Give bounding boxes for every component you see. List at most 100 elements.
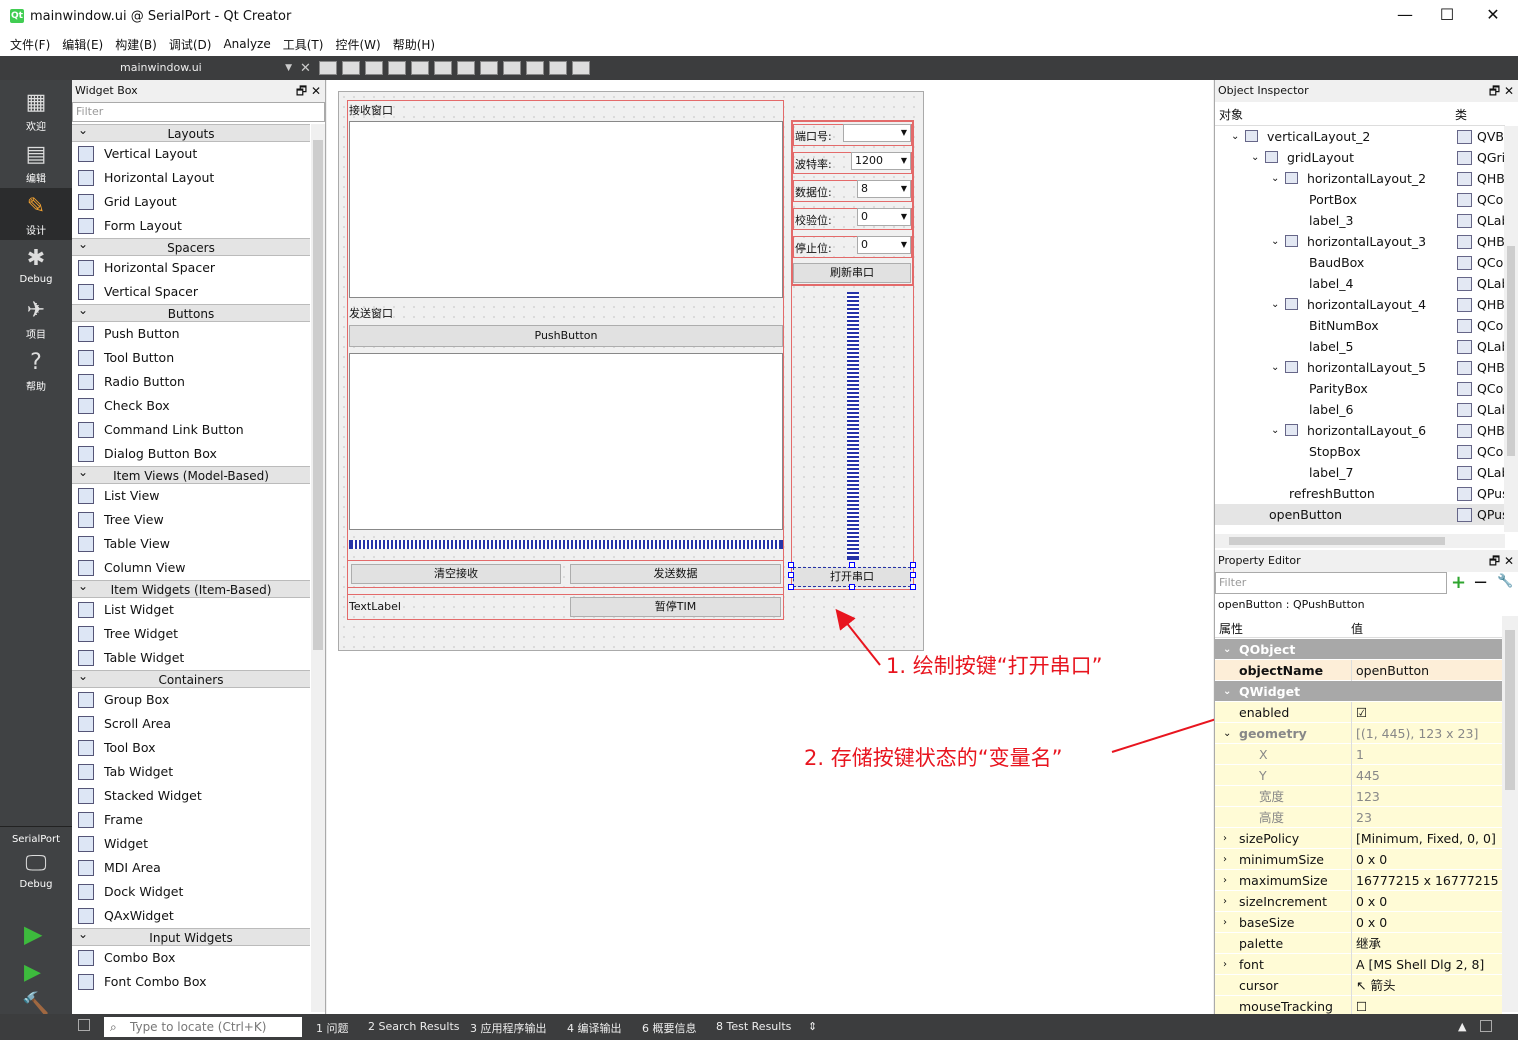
property-value[interactable]: 0 x 0 bbox=[1351, 849, 1501, 870]
widget-item[interactable]: Grid Layout bbox=[72, 190, 310, 214]
tab-general-messages[interactable]: 6 概要信息 bbox=[642, 1020, 697, 1036]
baud-combo[interactable]: 1200 bbox=[851, 152, 911, 170]
expand-arrow-icon[interactable]: ⌄ bbox=[1251, 147, 1259, 168]
layout-vsplitter-icon[interactable] bbox=[479, 61, 498, 75]
object-tree-row[interactable]: BaudBox QComboBox bbox=[1215, 252, 1505, 273]
scrollbar-thumb[interactable] bbox=[1229, 537, 1445, 545]
widget-item[interactable]: Form Layout bbox=[72, 214, 310, 238]
widget-item[interactable]: Dialog Button Box bbox=[72, 442, 310, 466]
object-tree-row[interactable]: PortBox QComboBox bbox=[1215, 189, 1505, 210]
widget-item[interactable]: Command Link Button bbox=[72, 418, 310, 442]
layout-vertical-icon[interactable] bbox=[433, 61, 452, 75]
object-tree-row[interactable]: StopBox QComboBox bbox=[1215, 441, 1505, 462]
widget-item[interactable]: Push Button bbox=[72, 322, 310, 346]
scrollbar-thumb[interactable] bbox=[1507, 246, 1515, 456]
widget-category[interactable]: Buttons bbox=[72, 301, 310, 322]
property-row[interactable]: › baseSize 0 x 0 bbox=[1215, 912, 1502, 933]
widget-category[interactable]: Spacers bbox=[72, 235, 310, 256]
maximize-button[interactable]: ☐ bbox=[1424, 0, 1470, 32]
vertical-spacer[interactable] bbox=[847, 292, 859, 560]
stop-combo[interactable]: 0 bbox=[857, 236, 911, 254]
property-row[interactable]: X1 bbox=[1215, 744, 1502, 765]
edit-tab-order-icon[interactable] bbox=[387, 61, 406, 75]
expand-arrow-icon[interactable]: ⌄ bbox=[1223, 681, 1231, 702]
dock-buttons[interactable]: 🗗 ✕ bbox=[1489, 550, 1514, 572]
property-value[interactable]: [(1, 445), 123 x 23] bbox=[1351, 723, 1501, 744]
main-window-form[interactable]: 接收窗口 发送窗口 PushButton 清空接收 发送数据 TextLabel… bbox=[338, 91, 924, 651]
kit-selector[interactable]: SerialPort 🖵 Debug bbox=[0, 832, 72, 904]
edit-buddies-icon[interactable] bbox=[364, 61, 383, 75]
pause-tim-button[interactable]: 暂停TIM bbox=[570, 597, 781, 617]
property-value[interactable]: A [MS Shell Dlg 2, 8] bbox=[1351, 954, 1501, 975]
debug-run-icon[interactable]: ▶ bbox=[24, 960, 41, 985]
widget-filter-input[interactable]: Filter bbox=[72, 102, 325, 122]
widget-item[interactable]: MDI Area bbox=[72, 856, 310, 880]
edit-signals-icon[interactable] bbox=[341, 61, 360, 75]
expand-arrow-icon[interactable]: › bbox=[1223, 849, 1227, 870]
property-editor-vscroll[interactable] bbox=[1502, 616, 1518, 1012]
property-value[interactable]: 1 bbox=[1351, 744, 1501, 765]
bits-combo[interactable]: 8 bbox=[857, 180, 911, 198]
property-row[interactable]: › sizeIncrement 0 x 0 bbox=[1215, 891, 1502, 912]
property-value[interactable]: 445 bbox=[1351, 765, 1501, 786]
property-filter-input[interactable]: Filter bbox=[1215, 572, 1447, 594]
property-row[interactable]: ⌄ geometry [(1, 445), 123 x 23] bbox=[1215, 723, 1502, 744]
selection-handle[interactable] bbox=[910, 584, 916, 590]
refresh-port-button[interactable]: 刷新串口 bbox=[793, 263, 911, 283]
widget-item[interactable]: Font Combo Box bbox=[72, 970, 310, 994]
property-value[interactable]: [Minimum, Fixed, 0, 0] bbox=[1351, 828, 1501, 849]
widget-item[interactable]: Vertical Spacer bbox=[72, 280, 310, 304]
column-value[interactable]: 值 bbox=[1351, 620, 1363, 637]
property-row[interactable]: 高度 23 bbox=[1215, 807, 1502, 828]
minimize-button[interactable]: — bbox=[1382, 0, 1428, 32]
menu-tools[interactable]: 工具(T) bbox=[277, 36, 330, 53]
add-property-icon[interactable]: + bbox=[1451, 572, 1466, 593]
open-file-combo[interactable]: mainwindow.ui ▼ bbox=[74, 57, 296, 79]
widget-item[interactable]: QAxWidget bbox=[72, 904, 310, 928]
mode-design[interactable]: ✎ 设计 bbox=[0, 188, 72, 240]
more-tabs-icon[interactable]: ⇕ bbox=[808, 1020, 817, 1033]
widget-box-scrollbar[interactable] bbox=[311, 124, 325, 1012]
menu-analyze[interactable]: Analyze bbox=[217, 37, 276, 51]
close-document-icon[interactable]: ✕ bbox=[300, 61, 311, 76]
expand-arrow-icon[interactable]: ⌄ bbox=[1271, 294, 1279, 315]
widget-item[interactable]: Vertical Layout bbox=[72, 142, 310, 166]
expand-arrow-icon[interactable]: › bbox=[1223, 828, 1227, 849]
widget-category[interactable]: Input Widgets bbox=[72, 925, 310, 946]
menu-help[interactable]: 帮助(H) bbox=[387, 36, 441, 53]
object-tree-row[interactable]: label_7 QLabel bbox=[1215, 462, 1505, 483]
object-tree-row[interactable]: label_5 QLabel bbox=[1215, 336, 1505, 357]
widget-item[interactable]: Group Box bbox=[72, 688, 310, 712]
property-row[interactable]: Y 445 bbox=[1215, 765, 1502, 786]
property-row[interactable]: › minimumSize 0 x 0 bbox=[1215, 849, 1502, 870]
widget-category[interactable]: Item Widgets (Item-Based) bbox=[72, 577, 310, 598]
object-tree-row[interactable]: ⌄ horizontalLayout_4 QHBoxLayout bbox=[1215, 294, 1505, 315]
push-button[interactable]: PushButton bbox=[349, 325, 783, 347]
receive-text-edit[interactable] bbox=[349, 121, 783, 298]
adjust-size-icon[interactable] bbox=[571, 61, 590, 75]
expand-arrow-icon[interactable]: › bbox=[1223, 870, 1227, 891]
scrollbar-thumb[interactable] bbox=[1505, 630, 1515, 790]
widget-item[interactable]: Column View bbox=[72, 556, 310, 580]
scrollbar-thumb[interactable] bbox=[313, 140, 323, 650]
selection-handle[interactable] bbox=[910, 562, 916, 568]
object-tree-row[interactable]: label_3 QLabel bbox=[1215, 210, 1505, 231]
column-class[interactable]: 类 bbox=[1455, 106, 1467, 123]
widget-item[interactable]: Table Widget bbox=[72, 646, 310, 670]
menu-build[interactable]: 构建(B) bbox=[109, 36, 163, 53]
property-row[interactable]: › maximumSize 16777215 x 16777215 bbox=[1215, 870, 1502, 891]
property-value[interactable]: 继承 bbox=[1351, 933, 1501, 954]
selection-handle[interactable] bbox=[788, 584, 794, 590]
progress-icon[interactable]: ▲ bbox=[1458, 1020, 1466, 1033]
tab-search-results[interactable]: 2 Search Results bbox=[368, 1020, 460, 1033]
toggle-sidebar-icon[interactable] bbox=[78, 1019, 90, 1031]
widget-item[interactable]: Tree View bbox=[72, 508, 310, 532]
widget-item[interactable]: Stacked Widget bbox=[72, 784, 310, 808]
property-row[interactable]: palette 继承 bbox=[1215, 933, 1502, 954]
horizontal-spacer[interactable] bbox=[349, 540, 783, 549]
widget-item[interactable]: Tool Box bbox=[72, 736, 310, 760]
column-property[interactable]: 属性 bbox=[1219, 620, 1243, 637]
expand-arrow-icon[interactable]: ⌄ bbox=[1223, 639, 1231, 660]
widget-item[interactable]: Scroll Area bbox=[72, 712, 310, 736]
widget-item[interactable]: Tool Button bbox=[72, 346, 310, 370]
